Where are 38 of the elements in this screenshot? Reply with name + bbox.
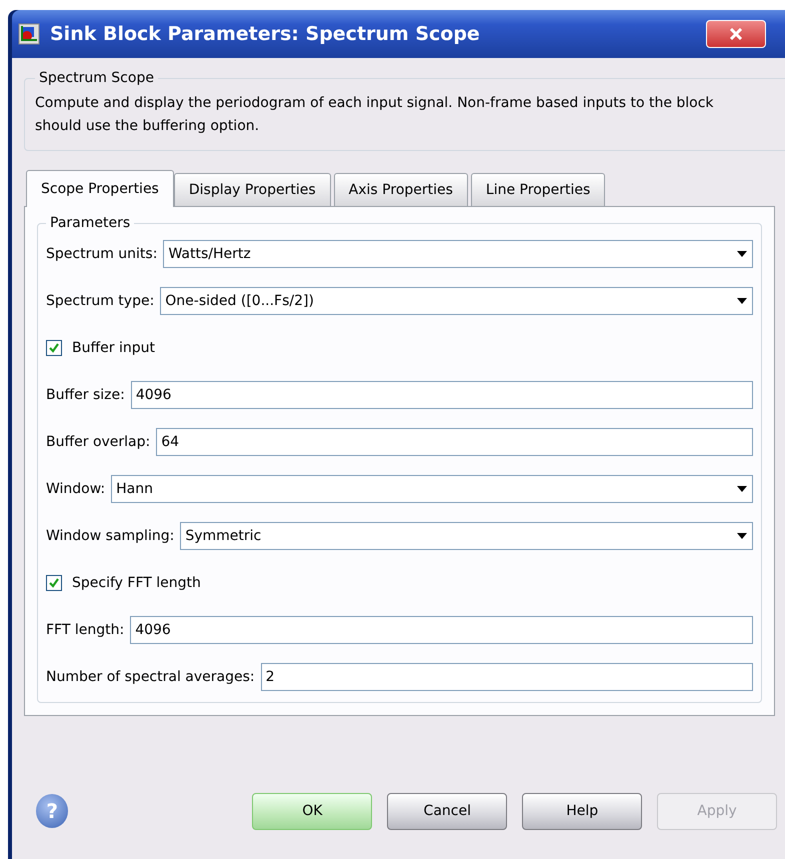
dialog-button[interactable]: Cancel	[387, 792, 508, 830]
field-label: Buffer overlap:	[46, 434, 150, 450]
checkbox[interactable]	[46, 575, 62, 591]
caret-icon	[736, 297, 748, 305]
caret-icon	[736, 485, 748, 493]
field-label: Window sampling:	[46, 528, 174, 544]
field-label: Window:	[46, 481, 106, 497]
description-text: Compute and display the periodogram of each input signal. Non-frame based inputs to the block should use the buffering option.	[35, 94, 715, 136]
block-icon	[18, 23, 40, 45]
group-title: Parameters	[49, 215, 132, 231]
close-button[interactable]	[706, 20, 766, 48]
input-field[interactable]: 4096	[130, 381, 753, 409]
close-icon	[729, 28, 743, 40]
caret-icon	[736, 532, 748, 540]
dropdown[interactable]: Watts/Hertz	[163, 240, 753, 268]
dropdown[interactable]: Symmetric	[180, 522, 753, 550]
field-label: FFT length:	[46, 622, 124, 638]
tab[interactable]: Axis Properties	[334, 173, 468, 206]
checkbox[interactable]	[46, 340, 62, 356]
dialog-button[interactable]: OK	[252, 792, 372, 830]
checkbox-label: Buffer input	[72, 340, 155, 356]
field-label: Spectrum units:	[46, 246, 158, 262]
input-field[interactable]: 2	[260, 663, 753, 691]
field-label: Spectrum type:	[46, 293, 154, 309]
field-label: Buffer size:	[46, 387, 125, 403]
input-field[interactable]: 64	[156, 428, 753, 456]
field-label: Number of spectral averages:	[46, 669, 255, 685]
caret-icon	[736, 250, 748, 258]
tab[interactable]: Line Properties	[470, 173, 606, 206]
dialog-button[interactable]: Help	[522, 792, 642, 830]
window-title: Sink Block Parameters: Spectrum Scope	[50, 23, 481, 45]
tab[interactable]: Scope Properties	[26, 170, 174, 207]
dropdown[interactable]: Hann	[111, 475, 753, 503]
input-field[interactable]: 4096	[130, 616, 753, 644]
tab[interactable]: Display Properties	[174, 173, 331, 206]
group-title: Spectrum Scope	[38, 70, 155, 86]
dropdown[interactable]: One-sided ([0...Fs/2])	[160, 287, 753, 315]
checkbox-label: Specify FFT length	[72, 575, 201, 591]
